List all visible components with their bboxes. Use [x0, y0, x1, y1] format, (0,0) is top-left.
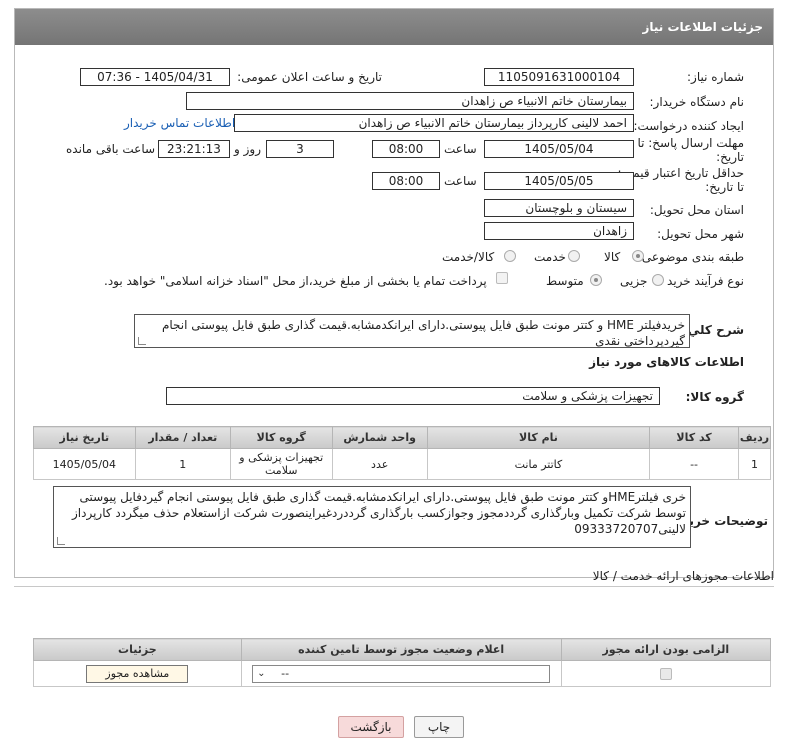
cell-unit: عدد — [331, 448, 428, 480]
buyer-notes-textarea[interactable]: خری فیلترHMEو کتتر مونت طبق فایل پیوستی.… — [53, 486, 691, 548]
category-label: طبقه بندی موضوعی: — [637, 250, 744, 264]
table-row: -- ⌄ مشاهده مجوز — [33, 660, 772, 687]
city-field: زاهدان — [484, 222, 634, 240]
remaining-time-field: 23:21:13 — [158, 140, 230, 158]
deadline-time-label: ساعت — [444, 142, 477, 156]
col-qty: تعداد / مقدار — [134, 426, 231, 449]
category-radio-service[interactable] — [568, 250, 580, 262]
resize-grip-icon[interactable] — [138, 337, 146, 345]
col-permit-details: جزئیات — [33, 638, 242, 661]
col-row: ردیف — [738, 426, 771, 449]
process-radio-minor[interactable] — [652, 274, 664, 286]
days-label: روز و — [234, 142, 261, 156]
province-label: استان محل تحویل: — [649, 203, 744, 217]
chevron-down-icon: ⌄ — [257, 667, 266, 679]
validity-time-field: 08:00 — [372, 172, 440, 190]
col-permit-status: اعلام وضعیت مجوز توسط تامین کننده — [240, 638, 562, 661]
col-permit-required: الزامی بودن ارائه مجوز — [560, 638, 772, 661]
panel-header: جزئیات اطلاعات نیاز — [15, 9, 773, 45]
print-button[interactable]: چاپ — [414, 716, 464, 738]
col-name: نام کالا — [426, 426, 651, 449]
cell-code: -- — [649, 448, 740, 480]
process-option-minor: جزیی — [620, 274, 648, 288]
city-label: شهر محل تحویل: — [657, 227, 744, 241]
permits-section-title: اطلاعات مجوزهای ارائه خدمت / کالا — [592, 569, 774, 583]
cell-permit-required — [560, 660, 772, 687]
remaining-time-label: ساعت باقی مانده — [66, 142, 156, 156]
validity-date-field: 1405/05/05 — [484, 172, 634, 190]
goods-table-header: ردیف کد کالا نام کالا واحد شمارش گروه کا… — [33, 426, 771, 449]
process-label: نوع فرآیند خرید : — [659, 274, 744, 288]
deadline-time-field: 08:00 — [372, 140, 440, 158]
need-number-field: 1105091631000104 — [484, 68, 634, 86]
permit-required-checkbox — [659, 668, 672, 680]
permits-table: الزامی بودن ارائه مجوز اعلام وضعیت مجوز … — [33, 638, 772, 687]
days-remaining-field: 3 — [266, 140, 334, 158]
validity-time-label: ساعت — [444, 174, 477, 188]
process-radio-medium[interactable] — [590, 274, 602, 286]
deadline-label-line1: مهلت ارسال پاسخ: تا — [637, 136, 744, 150]
view-permit-button[interactable]: مشاهده مجوز — [86, 664, 189, 683]
table-row: 1 -- کاتتر مانت عدد تجهیزات پزشکی و سلام… — [33, 448, 771, 480]
requester-field: احمد لالینی کارپرداز بیمارستان خاتم الان… — [234, 114, 634, 132]
category-radio-goods[interactable] — [632, 250, 644, 262]
cell-row: 1 — [738, 448, 771, 480]
deadline-label-line2: تاریخ: — [716, 150, 744, 164]
buyer-org-field: بیمارستان خاتم الانبیاء ص زاهدان — [186, 92, 634, 110]
permits-table-header: الزامی بودن ارائه مجوز اعلام وضعیت مجوز … — [33, 638, 772, 661]
category-option-service: خدمت — [534, 250, 566, 264]
cell-permit-details: مشاهده مجوز — [33, 660, 242, 687]
cell-qty: 1 — [134, 448, 231, 480]
description-text: خریدفیلتر HME و کتتر مونت طبق فایل پیوست… — [161, 318, 685, 348]
treasury-payment-checkbox[interactable] — [496, 272, 508, 284]
cell-date: 1405/05/04 — [33, 448, 136, 480]
province-field: سیستان و بلوچستان — [484, 199, 634, 217]
resize-grip-icon[interactable] — [57, 537, 65, 545]
need-number-label: شماره نیاز: — [687, 70, 744, 84]
announce-date-field: 1405/04/31 - 07:36 — [80, 68, 230, 86]
description-textarea[interactable]: خریدفیلتر HME و کتتر مونت طبق فایل پیوست… — [134, 314, 690, 348]
goods-table: ردیف کد کالا نام کالا واحد شمارش گروه کا… — [33, 426, 771, 480]
category-radio-goods-service[interactable] — [504, 250, 516, 262]
goods-info-title: اطلاعات کالاهای مورد نیاز — [589, 355, 744, 369]
validity-label-line1: حداقل تاریخ اعتبار قیمت: — [617, 166, 744, 180]
cell-group: تجهیزات پزشکی و سلامت — [229, 448, 333, 480]
cell-name: کاتتر مانت — [426, 448, 651, 480]
col-unit: واحد شمارش — [331, 426, 428, 449]
permit-status-select[interactable]: -- ⌄ — [252, 664, 551, 683]
goods-group-field: تجهیزات پزشکی و سلامت — [166, 387, 660, 405]
col-date: تاریخ نیاز — [33, 426, 136, 449]
permit-status-value: -- — [281, 666, 290, 680]
process-option-medium: متوسط — [546, 274, 584, 288]
buyer-contact-link[interactable]: اطلاعات تماس خریدار — [124, 116, 235, 130]
validity-label-line2: تا تاریخ: — [705, 180, 744, 194]
back-button[interactable]: بازگشت — [338, 716, 404, 738]
buyer-org-label: نام دستگاه خریدار: — [649, 95, 745, 109]
category-option-goods: کالا — [604, 250, 621, 264]
treasury-payment-note: پرداخت تمام یا بخشی از مبلغ خرید،از محل … — [104, 274, 487, 288]
col-group: گروه کالا — [229, 426, 333, 449]
goods-group-label: گروه کالا: — [685, 390, 744, 404]
cell-permit-status: -- ⌄ — [240, 660, 562, 687]
requester-label: ایجاد کننده درخواست: — [633, 119, 744, 133]
buyer-notes-text: خری فیلترHMEو کتتر مونت طبق فایل پیوستی.… — [71, 490, 686, 536]
category-option-goods-service: کالا/خدمت — [442, 250, 495, 264]
section-divider — [14, 586, 774, 587]
announce-date-label: تاریخ و ساعت اعلان عمومی: — [237, 70, 382, 84]
deadline-date-field: 1405/05/04 — [484, 140, 634, 158]
col-code: کد کالا — [649, 426, 740, 449]
